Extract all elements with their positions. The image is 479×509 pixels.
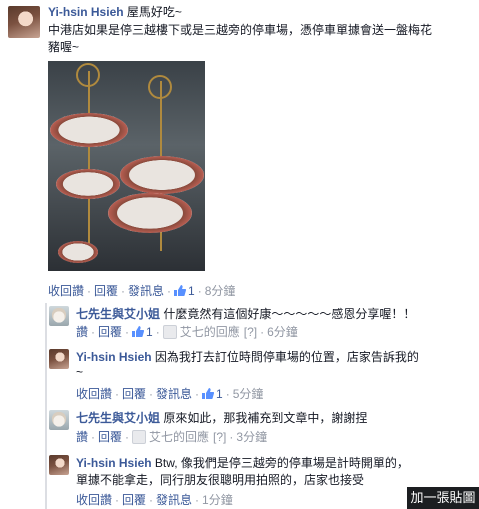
author-name[interactable]: 七先生與艾小姐	[76, 411, 160, 425]
message-link[interactable]: 發訊息	[156, 387, 192, 401]
unlike-link[interactable]: 收回讚	[76, 493, 112, 507]
comment-text: Btw, 像我們是停三越旁的停車場是計時開單的，	[154, 456, 409, 470]
timestamp[interactable]: 1分鐘	[202, 493, 233, 507]
unlike-link[interactable]: 收回讚	[76, 387, 112, 401]
avatar[interactable]	[49, 455, 69, 475]
comment-text: 中港店如果是停三越樓下或是三越旁的停車場，憑停車單據會送一盤梅花	[48, 23, 433, 37]
like-link[interactable]: 讚	[76, 430, 88, 444]
author-name[interactable]: Yi-hsin Hsieh	[76, 350, 152, 364]
comment-text: 屋馬好吃~	[126, 5, 182, 19]
unlike-link[interactable]: 收回讚	[48, 284, 84, 298]
timestamp[interactable]: 5分鐘	[233, 387, 264, 401]
page-reply-label: 艾七的回應	[149, 430, 210, 444]
add-sticker-button[interactable]: 加一張貼圖	[407, 487, 479, 509]
like-count[interactable]: 1	[188, 284, 195, 298]
reply-link[interactable]: 回覆	[122, 387, 146, 401]
comment-actions: 讚 · 回覆 · 艾七的回應 [?] · 3分鐘	[76, 430, 268, 444]
reply-link[interactable]: 回覆	[98, 430, 122, 444]
comment-text: 豬喔~	[48, 40, 80, 54]
comment-actions: 收回讚 · 回覆 · 發訊息 · 1 · 5分鐘	[76, 387, 264, 401]
timestamp[interactable]: 6分鐘	[267, 325, 298, 339]
avatar[interactable]	[8, 6, 40, 38]
like-count[interactable]: 1	[216, 387, 223, 401]
timestamp[interactable]: 8分鐘	[205, 284, 236, 298]
comment-2: 七先生與艾小姐 什麼竟然有這個好康～～～～～感恩分享喔！！	[76, 306, 479, 322]
comment-text: ~	[76, 365, 84, 379]
reply-thread-line	[45, 303, 47, 509]
like-count[interactable]: 1	[146, 325, 153, 339]
avatar[interactable]	[49, 410, 69, 430]
comment-1: Yi-hsin Hsieh 屋馬好吃~	[48, 4, 479, 20]
author-name[interactable]: Yi-hsin Hsieh	[48, 5, 124, 19]
page-reply-label: 艾七的回應	[179, 325, 240, 339]
info-flag[interactable]: [?]	[213, 430, 226, 444]
thumbs-up-icon	[174, 285, 187, 296]
thumbs-up-icon	[132, 326, 145, 337]
reply-link[interactable]: 回覆	[122, 493, 146, 507]
comment-photo[interactable]	[48, 61, 205, 271]
author-name[interactable]: 七先生與艾小姐	[76, 307, 160, 321]
comment-text: 因為我打去訂位時問停車場的位置，店家告訴我的	[154, 350, 419, 364]
comment-3: Yi-hsin Hsieh 因為我打去訂位時問停車場的位置，店家告訴我的	[76, 349, 479, 365]
avatar[interactable]	[49, 306, 69, 326]
comment-5: Yi-hsin Hsieh Btw, 像我們是停三越旁的停車場是計時開單的，	[76, 455, 479, 471]
page-avatar-icon	[132, 430, 147, 444]
comment-text: 原來如此，那我補充到文章中，謝謝捏	[163, 411, 368, 425]
page-avatar-icon	[162, 325, 177, 339]
message-link[interactable]: 發訊息	[156, 493, 192, 507]
comment-actions: 讚 · 回覆 · 1 · 艾七的回應 [?] · 6分鐘	[76, 325, 298, 339]
timestamp[interactable]: 3分鐘	[236, 430, 267, 444]
info-flag[interactable]: [?]	[244, 325, 257, 339]
thumbs-up-icon	[202, 388, 215, 399]
author-name[interactable]: Yi-hsin Hsieh	[76, 456, 152, 470]
comment-text: 單據不能拿走，同行朋友很聰明用拍照的，店家也接受	[76, 473, 365, 487]
reply-link[interactable]: 回覆	[94, 284, 118, 298]
message-link[interactable]: 發訊息	[128, 284, 164, 298]
avatar[interactable]	[49, 349, 69, 369]
comment-actions: 收回讚 · 回覆 · 發訊息 · 1 · 8分鐘	[48, 284, 236, 298]
comment-text: 什麼竟然有這個好康～～～～～感恩分享喔！！	[163, 307, 416, 321]
like-link[interactable]: 讚	[76, 325, 88, 339]
reply-link[interactable]: 回覆	[98, 325, 122, 339]
comment-4: 七先生與艾小姐 原來如此，那我補充到文章中，謝謝捏	[76, 410, 479, 426]
